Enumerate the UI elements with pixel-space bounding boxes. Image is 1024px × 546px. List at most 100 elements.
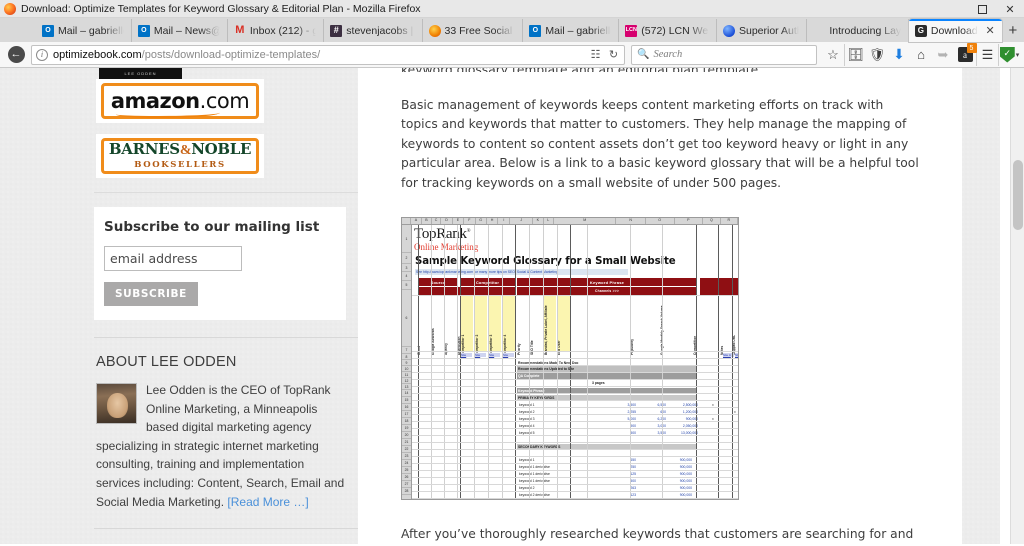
grid-vline — [502, 225, 503, 500]
column-header-C[interactable]: C — [432, 218, 442, 225]
link-cell-5[interactable]: Site B — [735, 353, 738, 358]
tab-mail-news[interactable]: O Mail – News@ag — [132, 19, 228, 42]
tab-stevenjacobs[interactable]: # stevenjacobs | Aɡ — [324, 19, 423, 42]
subscribe-title: Subscribe to our mailing list — [104, 219, 320, 235]
search-bar[interactable]: 🔍 Search — [631, 44, 817, 65]
bookmark-star-icon[interactable]: ☆ — [822, 44, 844, 66]
row-header-15[interactable]: 15 — [402, 397, 411, 405]
vheader-seo-title: SEO Title — [530, 340, 534, 356]
row-header-4[interactable]: 4 — [402, 272, 411, 282]
row-header-1[interactable]: 1 — [402, 225, 411, 254]
row-header-19[interactable]: 19 — [402, 425, 411, 433]
grid-hline — [412, 407, 738, 409]
tab-mail-gabriellem-2[interactable]: O Mail – gabriellem — [523, 19, 620, 42]
search-input[interactable]: Search — [653, 49, 682, 60]
link-cell-0[interactable]: Site — [461, 353, 472, 358]
amazon-assistant-icon[interactable]: a5 — [954, 43, 977, 66]
tab-inbox-gmail[interactable]: M Inbox (212) - gab — [228, 19, 325, 42]
back-button[interactable]: ← — [4, 44, 28, 66]
chevron-down-icon[interactable]: ▾ — [1016, 51, 1020, 59]
outlook-icon: O — [529, 24, 542, 37]
row-header-20[interactable]: 20 — [402, 432, 411, 440]
row-header-5[interactable]: 5 — [402, 281, 411, 291]
link-cell-2[interactable]: Site — [489, 353, 500, 358]
reader-view-icon[interactable]: ☷ — [589, 48, 602, 61]
bn-line1: BARNES&NOBLE — [109, 142, 252, 158]
column-header-R[interactable]: R — [721, 218, 738, 225]
row-header-3[interactable]: 3 — [402, 264, 411, 273]
row-header-2[interactable]: 2 — [402, 253, 411, 265]
column-header-K[interactable]: K — [533, 218, 544, 225]
column-header-D[interactable]: D — [441, 218, 453, 225]
keyword-glossary-spreadsheet-image[interactable]: ABCDEFGHIJKLMNOPQR 1 2 3 4 5 6 7 8 9 10 11 12 13 14 15… — [401, 217, 739, 501]
column-header-N[interactable]: N — [616, 218, 646, 225]
row-header-14[interactable]: 14 — [402, 390, 411, 398]
row-header-23[interactable]: 23 — [402, 453, 411, 461]
column-header-I[interactable]: I — [498, 218, 511, 225]
window-controls[interactable]: ✕ — [940, 0, 1024, 18]
reload-icon[interactable]: ↻ — [607, 48, 620, 61]
download-page-icon: G — [914, 24, 927, 37]
adblock-shield-icon[interactable]: ✓ ▾ — [998, 43, 1020, 66]
row-header-22[interactable]: 22 — [402, 446, 411, 454]
navigation-toolbar[interactable]: ← i optimizebook.com/posts/download-opti… — [0, 42, 1024, 68]
column-header-H[interactable]: H — [487, 218, 499, 225]
restore-button[interactable] — [968, 0, 996, 18]
column-header-F[interactable]: F — [464, 218, 476, 225]
sync-icon[interactable]: ➥ — [932, 44, 954, 66]
column-header-J[interactable]: J — [510, 218, 534, 225]
downloads-icon[interactable]: ⬇ — [888, 44, 910, 66]
row-header-27[interactable]: 27 — [402, 481, 411, 489]
tab-mail-gabriellem-1[interactable]: O Mail – gabriellem — [36, 19, 132, 42]
email-field[interactable]: email address — [104, 246, 242, 271]
link-cell-1[interactable]: Site — [475, 353, 486, 358]
menu-hamburger-icon[interactable]: ☰ — [976, 43, 998, 66]
column-header-L[interactable]: L — [544, 218, 555, 225]
home-icon[interactable]: ⌂ — [910, 44, 932, 66]
minimize-button[interactable] — [940, 0, 968, 18]
row-header-28[interactable]: 28 — [402, 488, 411, 496]
column-header-G[interactable]: G — [476, 218, 487, 225]
address-bar[interactable]: i optimizebook.com/posts/download-optimi… — [31, 44, 625, 65]
column-header-O[interactable]: O — [646, 218, 675, 225]
tab-close-icon[interactable]: ✕ — [985, 24, 994, 37]
site-info-icon[interactable]: i — [36, 48, 48, 61]
tab-33-free-social[interactable]: 33 Free Social Mе — [423, 19, 524, 42]
tab-superior-author[interactable]: Superior Author — [717, 19, 808, 42]
subscribe-button[interactable]: SUBSCRIBE — [104, 282, 198, 306]
secondary-volume-0: 900,000 — [679, 458, 692, 463]
row-header-24[interactable]: 24 — [402, 460, 411, 468]
row-header-26[interactable]: 26 — [402, 474, 411, 482]
column-header-A[interactable]: A — [411, 218, 423, 225]
new-tab-button[interactable]: + — [1002, 19, 1024, 42]
row-header-21[interactable]: 21 — [402, 439, 411, 447]
column-header-E[interactable]: E — [453, 218, 465, 225]
tab-introducing-layout[interactable]: Introducing Layout fг — [807, 19, 909, 42]
column-header-M[interactable]: M — [554, 218, 617, 225]
tab-download-optimize-active[interactable]: G Download: O ✕ — [908, 19, 1002, 42]
column-header-B[interactable]: B — [422, 218, 432, 225]
toolbar-icons[interactable]: ☆ 🗄 🛡 ⬇ ⌂ ➥ a5 ☰ ✓ ▾ — [822, 43, 1020, 66]
row-header-17[interactable]: 17 — [402, 411, 411, 419]
pocket-shield-icon[interactable]: 🛡 — [866, 44, 888, 66]
row-header-18[interactable]: 18 — [402, 418, 411, 426]
barnes-noble-buy-link[interactable]: BARNES&NOBLE BOOKSELLERS — [96, 134, 264, 178]
close-button[interactable]: ✕ — [996, 0, 1024, 18]
library-icon[interactable]: 🗄 — [844, 43, 866, 66]
orange-globe-icon — [428, 24, 441, 37]
scrollbar-thumb[interactable] — [1013, 160, 1023, 230]
amazon-buy-link[interactable]: amazon.com — [96, 79, 264, 123]
tab-strip[interactable]: O Mail – gabriellem O Mail – News@ag M I… — [0, 18, 1024, 42]
row-header-25[interactable]: 25 — [402, 467, 411, 475]
row-header-6[interactable]: 6 — [402, 290, 411, 348]
read-more-link[interactable]: [Read More …] — [227, 495, 308, 509]
page-scrollbar[interactable] — [1010, 68, 1024, 544]
row-header-7[interactable]: 7 — [402, 347, 411, 355]
tab-lcn-webmail[interactable]: LCN (572) LCN Webm — [619, 19, 717, 42]
column-header-Q[interactable]: Q — [703, 218, 721, 225]
spreadsheet-grid: TopRank® Online Marketing Sample Keyword… — [412, 225, 738, 500]
page-viewport: LEE ODDEN amazon.com BARNES&NOBLE BOOKSE… — [0, 68, 1024, 544]
row-header-16[interactable]: 16 — [402, 404, 411, 412]
column-header-P[interactable]: P — [675, 218, 704, 225]
link-cell-3[interactable]: Site — [503, 353, 514, 358]
